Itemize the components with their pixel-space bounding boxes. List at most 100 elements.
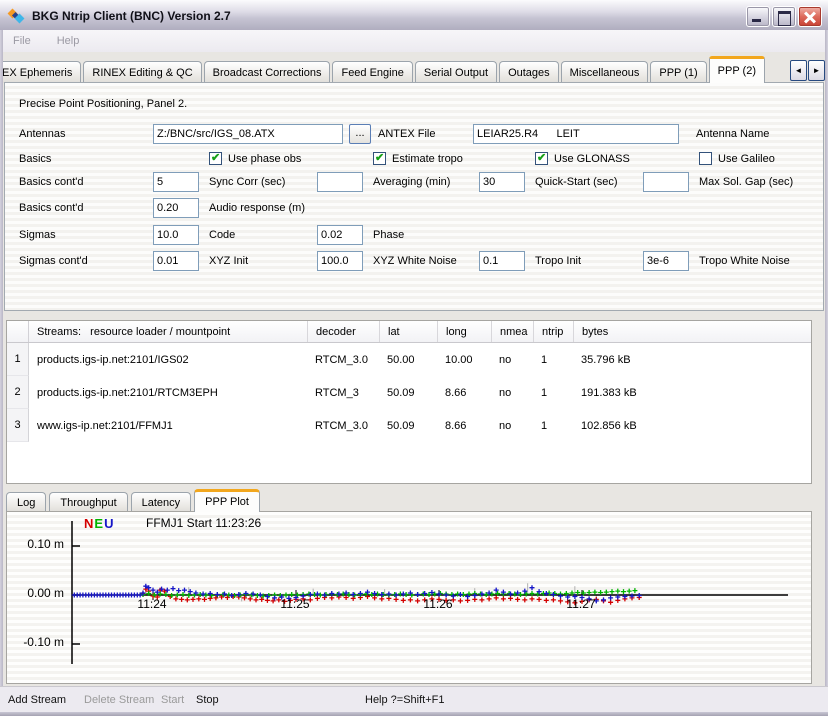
checkbox-box[interactable]	[699, 152, 712, 165]
antenna-name-input[interactable]	[473, 124, 679, 144]
sigma-phase-input[interactable]	[317, 225, 363, 245]
y-tick-label: -0.10 m	[10, 635, 64, 649]
quick-start-label: Quick-Start (sec)	[535, 176, 618, 188]
window-frame-bottom	[0, 712, 828, 716]
column-header-lat[interactable]: lat	[379, 321, 437, 342]
tropo-init-input[interactable]	[479, 251, 525, 271]
antenna-name-label: Antenna Name	[696, 128, 769, 140]
table-cell: 102.856 kB	[573, 409, 811, 442]
stop-button[interactable]: Stop	[196, 694, 219, 706]
start-button[interactable]: Start	[161, 694, 184, 706]
delete-stream-button[interactable]: Delete Stream	[84, 694, 154, 706]
max-sol-gap-input[interactable]	[643, 172, 689, 192]
ppp2-tab-page: Precise Point Positioning, Panel 2. Ante…	[4, 82, 824, 311]
table-cell: 191.383 kB	[573, 376, 811, 409]
checkbox-box[interactable]	[373, 152, 386, 165]
y-tick-label: 0.00 m	[10, 586, 64, 600]
tab-ppp-1[interactable]: PPP (1)	[650, 61, 706, 83]
x-tick-label: 11:24	[127, 597, 177, 611]
window-title: BKG Ntrip Client (BNC) Version 2.7	[32, 9, 746, 23]
add-stream-button[interactable]: Add Stream	[8, 694, 66, 706]
table-row[interactable]: 2products.igs-ip.net:2101/RTCM3EPHRTCM_3…	[7, 376, 811, 409]
table-row[interactable]: 3www.igs-ip.net:2101/FFMJ1RTCM_3.050.098…	[7, 409, 811, 442]
arrow-right-icon: ►	[813, 66, 821, 75]
averaging-label: Averaging (min)	[373, 176, 450, 188]
audio-response-input[interactable]	[153, 198, 199, 218]
basics-contd2-label: Basics cont'd	[19, 202, 83, 214]
column-header-ntrip[interactable]: ntrip	[533, 321, 573, 342]
plot-legend: NEU	[84, 516, 113, 531]
bottom-tabbar: LogThroughputLatencyPPP Plot	[6, 489, 426, 512]
menu-item-help[interactable]: Help	[57, 35, 80, 47]
column-header-decoder[interactable]: decoder	[307, 321, 379, 342]
menu-item-file[interactable]: File	[13, 35, 31, 47]
row-number[interactable]: 1	[7, 343, 29, 376]
tab-serial-output[interactable]: Serial Output	[415, 61, 497, 83]
column-header-nmea[interactable]: nmea	[491, 321, 533, 342]
row-number[interactable]: 3	[7, 409, 29, 442]
table-cell: 50.09	[379, 409, 437, 442]
xyz-init-input[interactable]	[153, 251, 199, 271]
table-cell: 50.09	[379, 376, 437, 409]
bottom-tab-throughput[interactable]: Throughput	[49, 492, 127, 512]
tab-ppp-2[interactable]: PPP (2)	[709, 56, 765, 83]
tab-scroll-left-button[interactable]: ◄	[790, 60, 807, 81]
column-header-streams[interactable]: Streams: resource loader / mountpoint	[29, 321, 307, 342]
x-tick-label: 11:27	[556, 597, 606, 611]
tab-outages[interactable]: Outages	[499, 61, 559, 83]
tab-rinex-editing-qc[interactable]: RINEX Editing & QC	[83, 61, 201, 83]
tab-feed-engine[interactable]: Feed Engine	[332, 61, 412, 83]
bnc-app-window: BKG Ntrip Client (BNC) Version 2.7 File …	[0, 0, 828, 716]
sigma-code-input[interactable]	[153, 225, 199, 245]
sigmas-contd-label: Sigmas cont'd	[19, 255, 88, 267]
sync-corr-label: Sync Corr (sec)	[209, 176, 285, 188]
table-cell: no	[491, 343, 533, 376]
checkbox-box[interactable]	[535, 152, 548, 165]
table-cell: 1	[533, 409, 573, 442]
arrow-left-icon: ◄	[795, 66, 803, 75]
panel-heading: Precise Point Positioning, Panel 2.	[19, 98, 187, 110]
bottom-tab-latency[interactable]: Latency	[131, 492, 192, 512]
minimize-button[interactable]	[746, 6, 770, 27]
averaging-input[interactable]	[317, 172, 363, 192]
checkbox-box[interactable]	[209, 152, 222, 165]
table-cell: 8.66	[437, 376, 491, 409]
table-row[interactable]: 1products.igs-ip.net:2101/IGS02RTCM_3.05…	[7, 343, 811, 376]
table-cell: 1	[533, 343, 573, 376]
xyz-white-noise-input[interactable]	[317, 251, 363, 271]
estimate-tropo-checkbox[interactable]: Estimate tropo	[373, 151, 463, 166]
window-frame-left	[0, 30, 3, 712]
menubar: File Help	[3, 30, 825, 52]
tropo-white-noise-input[interactable]	[643, 251, 689, 271]
table-cell: 50.00	[379, 343, 437, 376]
sync-corr-input[interactable]	[153, 172, 199, 192]
column-header-long[interactable]: long	[437, 321, 491, 342]
streams-table: Streams: resource loader / mountpointdec…	[6, 320, 812, 484]
use-phase-obs-checkbox[interactable]: Use phase obs	[209, 151, 301, 166]
xyz-init-label: XYZ Init	[209, 255, 248, 267]
column-header-bytes[interactable]: bytes	[573, 321, 811, 342]
bottom-tab-ppp-plot[interactable]: PPP Plot	[194, 489, 260, 512]
checkbox-label: Use GLONASS	[554, 153, 630, 165]
browse-button[interactable]: ...	[349, 124, 371, 144]
use-galileo-checkbox[interactable]: Use Galileo	[699, 151, 775, 166]
quick-start-input[interactable]	[479, 172, 525, 192]
tab-iex-ephemeris[interactable]: IEX Ephemeris	[3, 61, 81, 83]
row-number[interactable]: 2	[7, 376, 29, 409]
tab-miscellaneous[interactable]: Miscellaneous	[561, 61, 649, 83]
titlebar[interactable]: BKG Ntrip Client (BNC) Version 2.7	[0, 0, 828, 30]
sigmas-label: Sigmas	[19, 229, 56, 241]
tab-scroll-right-button[interactable]: ►	[808, 60, 825, 81]
legend-n: N	[84, 516, 93, 531]
sigma-phase-label: Phase	[373, 229, 404, 241]
checkbox-label: Estimate tropo	[392, 153, 463, 165]
table-cell: products.igs-ip.net:2101/RTCM3EPH	[29, 376, 307, 409]
bottom-tab-log[interactable]: Log	[6, 492, 46, 512]
use-glonass-checkbox[interactable]: Use GLONASS	[535, 151, 630, 166]
table-cell: products.igs-ip.net:2101/IGS02	[29, 343, 307, 376]
tab-broadcast-corrections[interactable]: Broadcast Corrections	[204, 61, 331, 83]
antex-file-input[interactable]	[153, 124, 343, 144]
maximize-button[interactable]	[772, 6, 796, 27]
close-button[interactable]	[798, 6, 822, 27]
audio-response-label: Audio response (m)	[209, 202, 305, 214]
